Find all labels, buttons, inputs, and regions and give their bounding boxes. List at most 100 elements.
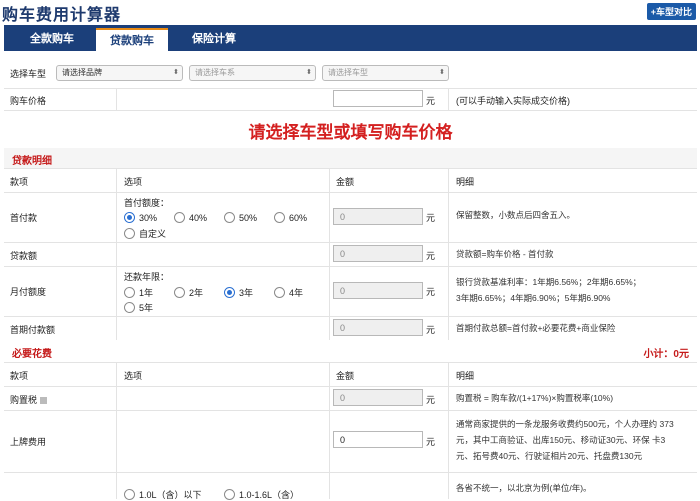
radio-selected-icon xyxy=(224,287,235,298)
loan-amount-value: 0 xyxy=(333,245,423,262)
divider xyxy=(116,266,117,316)
divider xyxy=(448,242,449,266)
radio-label: 3年 xyxy=(239,288,254,298)
purchase-tax-row: 购置税 0 元 购置税 = 购车款/(1+17%)×购置税率(10%) xyxy=(4,386,697,411)
loan-term-radio-2y[interactable]: 2年 xyxy=(174,286,203,299)
detail-line: 元、拓号费40元、行驶证相片20元、托盘费130元 xyxy=(456,451,643,461)
license-fee-label: 上牌费用 xyxy=(10,437,47,447)
divider xyxy=(329,316,330,340)
down-payment-radio-30[interactable]: 30% xyxy=(124,212,157,223)
divider xyxy=(116,168,117,192)
radio-label: 5年 xyxy=(139,303,154,313)
amount-unit: 元 xyxy=(426,325,436,335)
car-select-row: 选择车型 请选择品牌 ⬍ 请选择车系 ⬍ 请选择车型 ⬍ xyxy=(4,58,697,89)
page-title: 购车费用计算器 xyxy=(2,7,122,24)
down-payment-radio-40[interactable]: 40% xyxy=(174,212,207,223)
divider xyxy=(116,88,117,110)
monthly-payment-label: 月付额度 xyxy=(10,287,47,297)
detail-line: 通常商家提供的一条龙服务收费约500元，个人办理约 373 xyxy=(456,419,674,429)
loan-amount-detail: 贷款额=购车价格 - 首付款 xyxy=(456,249,554,259)
first-payment-amount: 0 xyxy=(333,319,423,336)
select-arrows-icon: ⬍ xyxy=(306,69,312,76)
divider xyxy=(329,386,330,410)
radio-label: 4年 xyxy=(289,288,304,298)
license-fee-input[interactable]: 0 xyxy=(333,431,423,448)
divider xyxy=(329,472,330,499)
down-payment-radio-50[interactable]: 50% xyxy=(224,212,257,223)
loan-term-radio-3y[interactable]: 3年 xyxy=(224,286,253,299)
brand-select-value: 请选择品牌 xyxy=(62,68,102,77)
info-icon[interactable] xyxy=(40,397,48,404)
amount-unit: 元 xyxy=(426,437,436,447)
divider xyxy=(329,168,330,192)
brand-select[interactable]: 请选择品牌 ⬍ xyxy=(56,65,183,81)
select-prompt: 请选择车型或填写购车价格 xyxy=(248,123,453,142)
series-select[interactable]: 请选择车系 ⬍ xyxy=(189,65,316,81)
divider xyxy=(448,88,449,110)
radio-selected-icon xyxy=(124,212,135,223)
detail-line: 3年期6.65%；4年期6.90%；5年期6.90% xyxy=(456,293,611,303)
divider xyxy=(448,316,449,340)
divider xyxy=(116,472,117,499)
loan-term-radio-1y[interactable]: 1年 xyxy=(124,286,153,299)
price-hint: (可以手动输入实际成交价格) xyxy=(456,96,570,106)
amount-unit: 元 xyxy=(426,213,436,223)
radio-icon xyxy=(274,287,285,298)
displacement-radio-2[interactable]: 1.0-1.6L（含） xyxy=(224,488,299,501)
monthly-payment-row: 月付额度 还款年限： 1年 2年 3年 4年 5年 0 元 银行贷款基准利率：1… xyxy=(4,266,697,317)
displacement-radio-1[interactable]: 1.0L（含）以下 xyxy=(124,488,202,501)
column-header-option: 选项 xyxy=(124,371,143,381)
price-unit: 元 xyxy=(426,96,436,106)
car-compare-button[interactable]: +车型对比 xyxy=(646,3,696,20)
down-payment-radio-custom[interactable]: 自定义 xyxy=(124,227,166,240)
monthly-option-title: 还款年限： xyxy=(124,272,170,282)
select-arrows-icon: ⬍ xyxy=(173,69,179,76)
divider xyxy=(329,410,330,472)
license-fee-detail: 通常商家提供的一条龙服务收费约500元，个人办理约 373 元，其中工商验证、出… xyxy=(456,416,674,464)
model-select[interactable]: 请选择车型 ⬍ xyxy=(322,65,449,81)
divider xyxy=(448,266,449,316)
amount-unit: 元 xyxy=(426,395,436,405)
radio-label: 2年 xyxy=(189,288,204,298)
divider xyxy=(448,472,449,499)
loan-amount-row: 贷款额 0 元 贷款额=购车价格 - 首付款 xyxy=(4,242,697,267)
divider xyxy=(116,410,117,472)
car-select-label: 选择车型 xyxy=(10,69,47,79)
down-payment-label: 首付款 xyxy=(10,213,38,223)
detail-line: 银行贷款基准利率：1年期6.56%；2年期6.65%； xyxy=(456,277,642,287)
column-header-option: 选项 xyxy=(124,177,143,187)
necessary-section-title: 必要花费 xyxy=(12,349,52,360)
purchase-tax-label: 购置税 xyxy=(10,393,48,406)
tab-insurance[interactable]: 保险计算 xyxy=(172,28,256,51)
loan-column-headers: 款项 选项 金额 明细 xyxy=(4,168,697,193)
radio-label: 60% xyxy=(289,213,308,223)
loan-term-radio-4y[interactable]: 4年 xyxy=(274,286,303,299)
radio-icon xyxy=(224,489,235,500)
vehicle-tax-row: 1.0L（含）以下 1.0-1.6L（含） 各省不统一，以北京为例(单位/年)。 xyxy=(4,472,697,501)
column-header-amount: 金额 xyxy=(336,177,355,187)
header: 购车费用计算器 +车型对比 xyxy=(0,0,700,24)
divider xyxy=(329,192,330,242)
price-label: 购车价格 xyxy=(10,96,47,106)
divider xyxy=(116,192,117,242)
divider xyxy=(448,386,449,410)
tab-loan[interactable]: 贷款购车 xyxy=(96,28,168,51)
detail-line: 元，其中工商验证、出库150元、移动证30元、环保 卡3 xyxy=(456,435,666,445)
tab-full-payment[interactable]: 全款购车 xyxy=(10,28,94,51)
necessary-section-header: 必要花费 小计：0元 xyxy=(4,340,697,363)
monthly-payment-amount: 0 xyxy=(333,282,423,299)
loan-section-header: 贷款明细 xyxy=(4,148,697,169)
vehicle-tax-detail: 各省不统一，以北京为例(单位/年)。 xyxy=(456,483,592,493)
column-header-detail: 明细 xyxy=(456,371,475,381)
necessary-subtotal: 小计：0元 xyxy=(643,349,689,360)
first-payment-row: 首期付款额 0 元 首期付款总额=首付款+必要花费+商业保险 xyxy=(4,316,697,341)
divider xyxy=(116,242,117,266)
down-payment-radio-60[interactable]: 60% xyxy=(274,212,307,223)
loan-term-radio-5y[interactable]: 5年 xyxy=(124,301,153,314)
first-payment-label: 首期付款额 xyxy=(10,325,56,335)
license-fee-row: 上牌费用 0 元 通常商家提供的一条龙服务收费约500元，个人办理约 373 元… xyxy=(4,410,697,473)
amount-unit: 元 xyxy=(426,251,436,261)
price-input[interactable] xyxy=(333,90,423,107)
radio-icon xyxy=(124,228,135,239)
down-payment-detail: 保留整数，小数点后四舍五入。 xyxy=(456,210,576,220)
